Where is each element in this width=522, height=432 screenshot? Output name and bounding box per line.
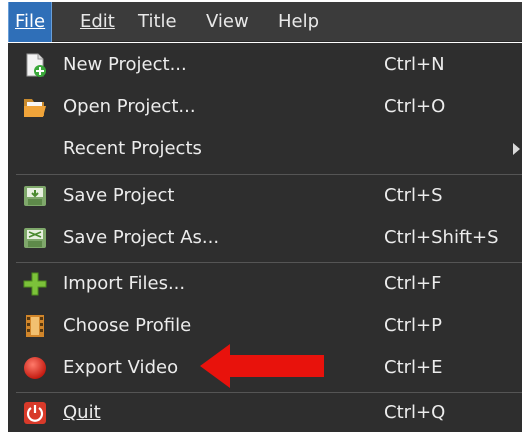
menu-title-label: Title (138, 11, 177, 32)
menu-item-label: Save Project As... (63, 227, 220, 248)
menu-item-label: New Project... (63, 54, 187, 75)
menu-help[interactable]: Help (272, 2, 325, 42)
menu-item-shortcut: Ctrl+O (384, 96, 446, 117)
window-edge (0, 0, 8, 432)
menu-edit-label: Edit (80, 11, 115, 32)
red-arrow-annotation-icon (200, 344, 324, 388)
menu-item-shortcut: Ctrl+N (384, 54, 445, 75)
menu-item-choose-profile[interactable]: Choose Profile Ctrl+P (8, 307, 522, 345)
menu-separator (16, 174, 522, 175)
menu-edit[interactable]: Edit (74, 2, 121, 42)
menu-item-label: Recent Projects (63, 138, 202, 159)
menu-file-label: File (15, 11, 46, 32)
menu-separator (16, 392, 522, 393)
menu-item-shortcut: Ctrl+P (384, 315, 442, 336)
plus-icon (23, 272, 47, 296)
menu-separator (16, 262, 522, 263)
menu-item-shortcut: Ctrl+S (384, 185, 443, 206)
submenu-arrow-icon (513, 143, 520, 155)
menu-item-label: Open Project... (63, 96, 196, 117)
open-folder-icon (24, 99, 46, 117)
menu-item-label: Save Project (63, 185, 175, 206)
new-project-icon (26, 53, 46, 77)
record-icon (24, 357, 46, 379)
menu-help-label: Help (278, 11, 320, 32)
menu-file[interactable]: File (8, 2, 53, 42)
menu-item-import-files[interactable]: Import Files... Ctrl+F (8, 265, 522, 303)
menu-item-recent-projects[interactable]: Recent Projects (8, 130, 522, 168)
save-as-icon (24, 228, 46, 248)
menu-item-label: Quit (63, 402, 101, 423)
menu-item-shortcut: Ctrl+E (384, 357, 443, 378)
menu-bar: File Edit Title View Help (8, 2, 522, 42)
menu-item-label: Choose Profile (63, 315, 192, 336)
menu-view-label: View (206, 11, 249, 32)
menu-title[interactable]: Title (132, 2, 183, 42)
screenshot: File Edit Title View Help New Project...… (0, 0, 522, 432)
menu-item-shortcut: Ctrl+F (384, 273, 442, 294)
menu-item-label: Import Files... (63, 273, 186, 294)
menu-item-open-project[interactable]: Open Project... Ctrl+O (8, 88, 522, 126)
menu-item-new-project[interactable]: New Project... Ctrl+N (8, 46, 522, 84)
menu-item-quit[interactable]: Quit Ctrl+Q (8, 394, 522, 432)
menu-item-shortcut: Ctrl+Q (384, 402, 446, 423)
menu-item-save-project-as[interactable]: Save Project As... Ctrl+Shift+S (8, 219, 522, 257)
save-icon (24, 186, 46, 206)
menu-item-shortcut: Ctrl+Shift+S (384, 227, 499, 248)
power-icon (24, 402, 46, 424)
film-strip-icon (26, 315, 44, 337)
menu-item-label: Export Video (63, 357, 179, 378)
menu-view[interactable]: View (200, 2, 255, 42)
menu-item-save-project[interactable]: Save Project Ctrl+S (8, 177, 522, 215)
